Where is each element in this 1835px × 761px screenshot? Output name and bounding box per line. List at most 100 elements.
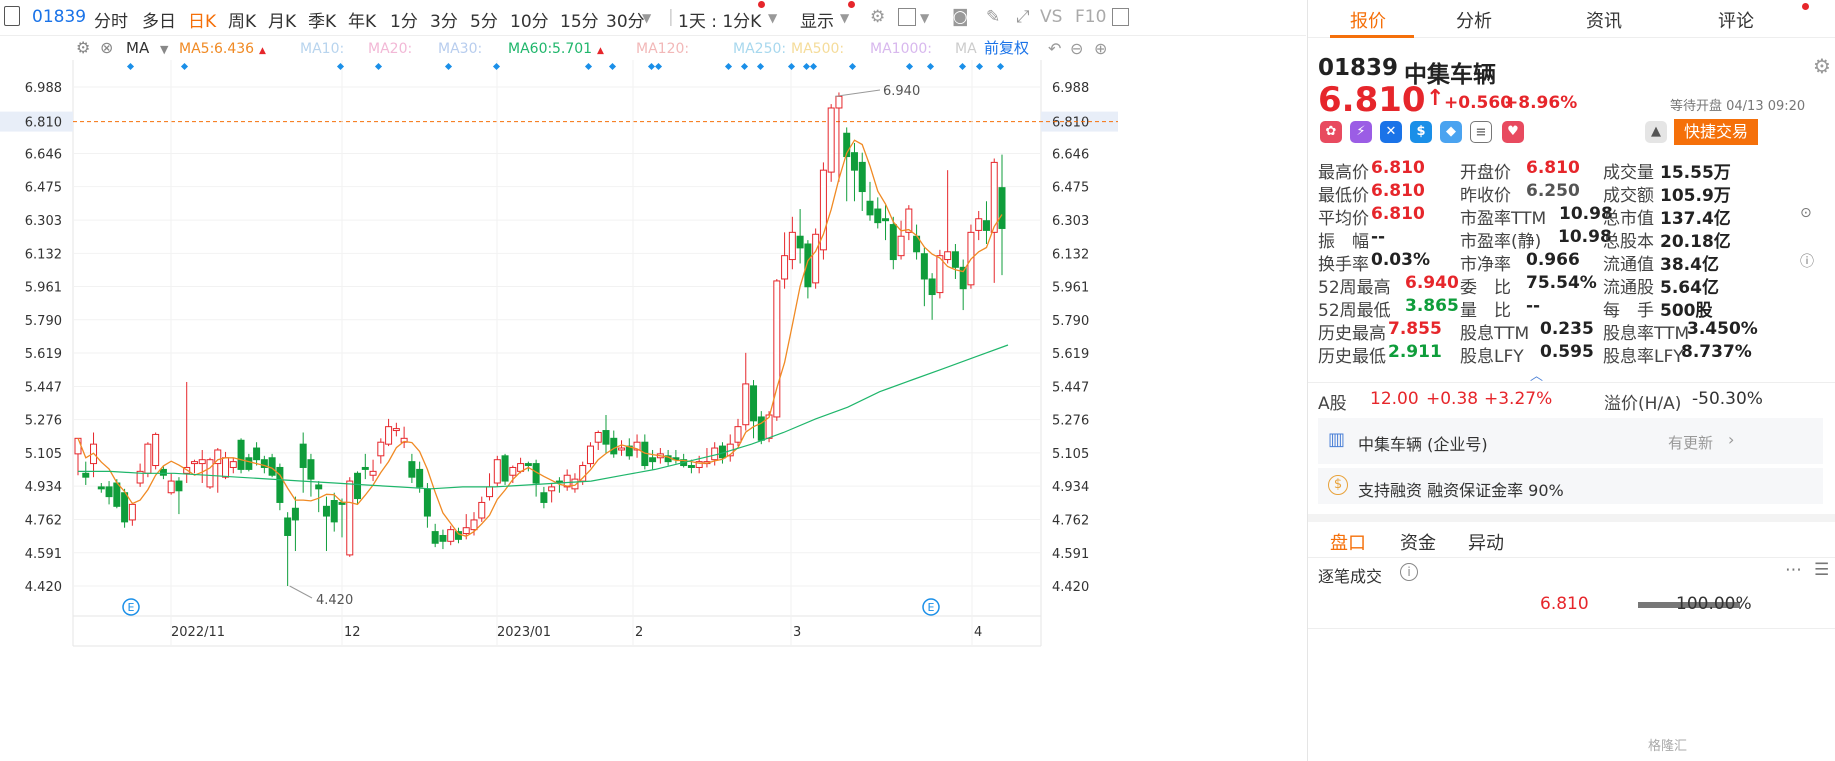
quote-label: 流通值 (1603, 255, 1654, 275)
quote-label: 股息率TTM (1603, 324, 1690, 344)
candle-body (113, 482, 121, 507)
quote-label: 每 手 (1603, 301, 1654, 321)
tab-news[interactable]: 资讯 (1586, 7, 1622, 33)
vs-button[interactable]: VS (1040, 7, 1062, 27)
y-tick-label: 6.810 (1052, 116, 1089, 131)
hk-connect-icon[interactable]: ✿ (1320, 121, 1342, 143)
fullscreen-icon[interactable]: ⤢ (1016, 7, 1030, 27)
candle-body (354, 472, 362, 500)
list-icon[interactable]: ☰ (1814, 560, 1829, 580)
chevron-down-icon: ▼ (160, 43, 169, 56)
f10-button[interactable]: F10 (1075, 7, 1106, 27)
event-marker (724, 62, 733, 71)
x-tick-label: 2023/01 (497, 625, 551, 640)
tab-analysis[interactable]: 分析 (1456, 7, 1492, 33)
period-tab[interactable]: 3分 (430, 7, 458, 32)
candle-body (159, 468, 167, 476)
candle-body (431, 531, 439, 544)
close-icon[interactable]: ⊗ (100, 38, 113, 57)
tab-comments[interactable]: 评论 (1718, 7, 1754, 33)
event-marker (756, 62, 765, 71)
event-marker (787, 62, 796, 71)
margin-card[interactable]: $ 支持融资 融资保证金率 90% (1318, 468, 1823, 504)
pencil-icon[interactable]: ✎ (986, 7, 1000, 27)
period-tab[interactable]: 1分 (390, 7, 418, 32)
candle-body (905, 208, 913, 233)
heart-icon[interactable]: ♥ (1502, 121, 1524, 143)
candle-body (229, 461, 237, 468)
quote-value: 75.54% (1526, 273, 1597, 293)
y-tick-label: 6.303 (1052, 214, 1089, 229)
ma-type[interactable]: MA (126, 39, 150, 57)
sidebar-toggle-icon[interactable] (4, 6, 20, 26)
quote-label: 市净率 (1460, 255, 1511, 275)
panel-toggle-icon[interactable] (1112, 8, 1129, 26)
info-icon[interactable]: i (1400, 563, 1418, 581)
candle-body (322, 505, 330, 517)
period-tab[interactable]: 10分 (510, 7, 549, 32)
camera-icon[interactable]: ◙ (952, 7, 969, 27)
more-icon[interactable]: ⋯ (1785, 560, 1802, 580)
quote-value: 38.4亿 (1660, 255, 1719, 275)
quote-label: 量 比 (1460, 301, 1511, 321)
tab-events[interactable]: 异动 (1468, 529, 1504, 555)
y-tick-label: 4.591 (1052, 547, 1089, 562)
kline-chart[interactable]: ⚙ ⊗ MA ▼ MA5: 6.436 ▲ MA10: MA20: MA30: MA60: 5.701… (0, 36, 1306, 761)
interval-select[interactable]: 1天 : 1分K (678, 7, 761, 32)
chevron-down-icon[interactable]: ▼ (840, 11, 849, 25)
shuffle-icon[interactable]: ✕ (1380, 121, 1402, 143)
candle-body (307, 459, 315, 480)
candle-body (548, 486, 556, 492)
candle-body (74, 437, 82, 455)
quick-trade-button[interactable]: 快捷交易 (1674, 119, 1758, 145)
quote-label: 平均价 (1318, 209, 1369, 229)
report-icon[interactable]: ≡ (1470, 121, 1492, 143)
event-marker (958, 62, 967, 71)
period-tab[interactable]: 季K (308, 7, 336, 32)
ma5-line (77, 139, 1003, 538)
gear-icon[interactable]: ⚙ (76, 38, 90, 57)
chevron-down-icon[interactable]: ▼ (768, 11, 777, 25)
y-tick-label: 5.619 (25, 347, 62, 362)
tab-quote[interactable]: 报价 (1350, 7, 1386, 33)
y-tick-label: 5.790 (25, 314, 62, 329)
tag-icon[interactable]: ◆ (1440, 121, 1462, 143)
period-tab[interactable]: 分时 (94, 7, 128, 32)
period-tab[interactable]: 年K (348, 7, 376, 32)
quote-label: 开盘价 (1460, 163, 1511, 183)
undo-icon: ↶ (1048, 39, 1061, 58)
period-tab[interactable]: 周K (228, 7, 256, 32)
tab-orderbook[interactable]: 盘口 (1330, 529, 1366, 555)
adjust-button[interactable]: 前复权 (984, 39, 1029, 57)
bell-icon[interactable]: ▲ (1645, 121, 1667, 143)
candle-body (687, 465, 695, 468)
flash-icon[interactable]: ⚡ (1350, 121, 1372, 143)
candle-body (757, 416, 765, 441)
chevron-down-icon[interactable]: ▼ (642, 11, 651, 25)
candle-body (788, 231, 796, 261)
ma-label: MA20: (368, 41, 412, 57)
chevron-down-icon[interactable]: ▼ (920, 11, 929, 25)
candle-body (447, 529, 455, 542)
info-icon[interactable]: ⓘ (1800, 251, 1814, 271)
y-tick-label: 4.420 (25, 580, 62, 595)
square-icon[interactable] (898, 8, 916, 26)
period-tab[interactable]: 月K (268, 7, 296, 32)
period-tab[interactable]: 30分 (606, 7, 645, 32)
more-icon[interactable]: ⊙ (1800, 205, 1812, 221)
quote-value: 6.810 (1371, 181, 1425, 201)
candle-body (812, 233, 820, 284)
period-tab-active[interactable]: 日K (188, 7, 216, 32)
gear-icon[interactable]: ⚙ (870, 7, 885, 27)
period-tab[interactable]: 5分 (470, 7, 498, 32)
quote-label: 昨收价 (1460, 186, 1511, 206)
candle-body (874, 208, 882, 224)
enterprise-card[interactable]: ▥ 中集车辆 (企业号) 有更新 › (1318, 418, 1823, 464)
dollar-icon[interactable]: $ (1410, 121, 1432, 143)
period-tab[interactable]: 15分 (560, 7, 599, 32)
tab-funds[interactable]: 资金 (1400, 529, 1436, 555)
gear-icon[interactable]: ⚙ (1813, 54, 1831, 78)
display-menu[interactable]: 显示 (800, 7, 834, 32)
period-tab[interactable]: 多日 (142, 7, 176, 32)
y-tick-label: 5.276 (25, 414, 62, 429)
